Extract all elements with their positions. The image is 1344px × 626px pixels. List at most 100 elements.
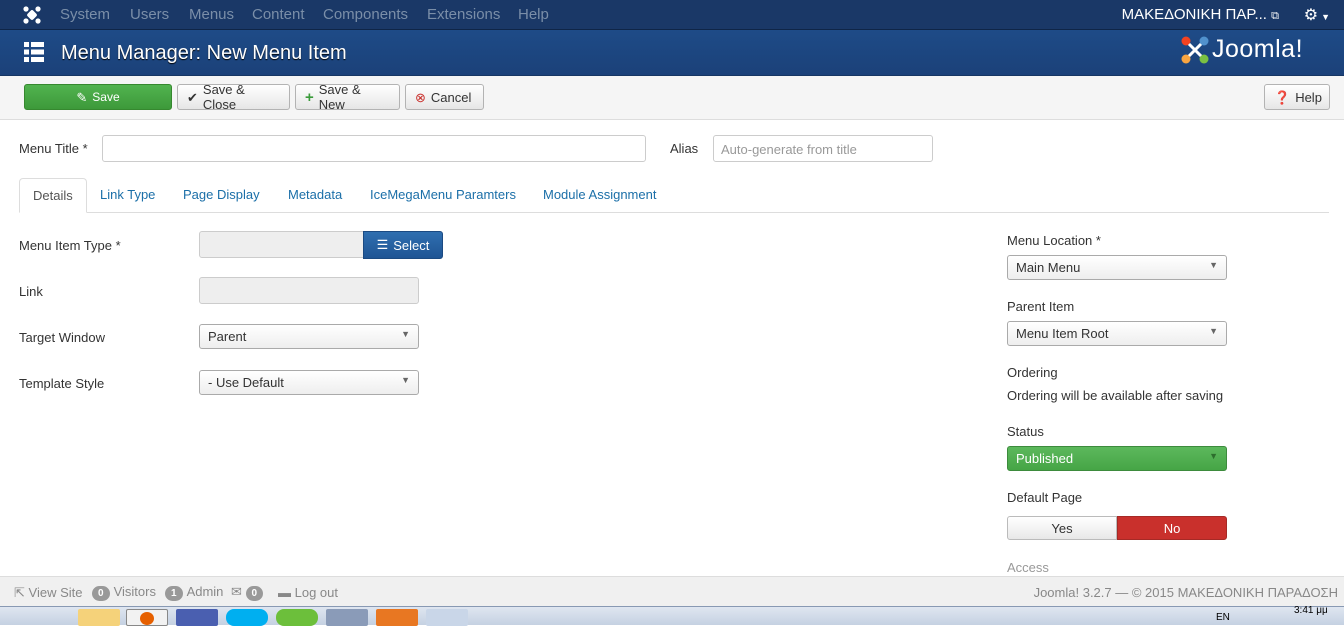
menu-title-input[interactable]: [102, 135, 646, 162]
utorrent-taskbar-icon[interactable]: [276, 609, 318, 626]
nav-extensions[interactable]: Extensions: [427, 6, 500, 23]
link-input: [199, 277, 419, 304]
template-style-select[interactable]: - Use Default ▼: [199, 370, 419, 395]
minus-icon: ▬: [278, 585, 291, 600]
cancel-label: Cancel: [430, 89, 472, 105]
access-label: Access: [1007, 560, 1049, 575]
list-icon: [24, 42, 44, 62]
envelope-icon: ✉: [231, 584, 242, 599]
default-page-label: Default Page: [1007, 490, 1083, 505]
select-type-label: Select: [393, 237, 430, 253]
nav-users[interactable]: Users: [130, 6, 169, 23]
dropdown-arrow-icon: ▼: [401, 375, 410, 385]
save-new-button[interactable]: + Save & New: [295, 82, 400, 112]
caret-down-icon: ▼: [1321, 12, 1330, 22]
tab-bar: Details Link Type Page Display Metadata …: [19, 178, 1329, 213]
gear-menu-button[interactable]: ⚙ ▼: [1304, 5, 1330, 25]
clock[interactable]: 3:41 μμ: [1294, 605, 1328, 616]
logout-label: Log out: [294, 585, 338, 600]
app-taskbar-icon[interactable]: [176, 609, 218, 626]
tab-icemegamenu-paramters[interactable]: IceMegaMenu Paramters: [357, 178, 529, 213]
default-yes-button[interactable]: Yes: [1007, 516, 1117, 540]
help-button[interactable]: ❓ Help: [1264, 84, 1330, 110]
site-name-link[interactable]: ΜΑΚΕΔΟΝΙΚΗ ΠΑΡ... ⧉: [1122, 6, 1279, 23]
share-icon: ⇱: [14, 585, 25, 600]
app3-taskbar-icon[interactable]: [376, 609, 418, 626]
tab-link-type[interactable]: Link Type: [87, 178, 168, 213]
explorer-taskbar-icon[interactable]: [78, 609, 120, 626]
dropdown-arrow-icon: ▼: [1209, 326, 1218, 336]
messages-badge: 0: [245, 586, 264, 601]
default-yes-label: Yes: [1051, 520, 1073, 536]
menu-location-select[interactable]: Main Menu ▼: [1007, 255, 1227, 280]
list-icon: ☰: [376, 237, 389, 252]
template-style-value: - Use Default: [208, 375, 284, 390]
admin-badge: 1: [165, 586, 183, 601]
tab-module-assignment[interactable]: Module Assignment: [530, 178, 669, 213]
nav-system[interactable]: System: [60, 6, 110, 23]
save-new-label: Save & New: [318, 82, 361, 112]
dropdown-arrow-icon: ▼: [1209, 260, 1218, 270]
cancel-button[interactable]: ⊗ Cancel: [405, 84, 484, 110]
tab-metadata[interactable]: Metadata: [275, 178, 355, 213]
tab-page-display[interactable]: Page Display: [170, 178, 273, 213]
alias-input[interactable]: Auto-generate from title: [713, 135, 933, 162]
app2-taskbar-icon[interactable]: [326, 609, 368, 626]
parent-item-select[interactable]: Menu Item Root ▼: [1007, 321, 1227, 346]
default-no-button[interactable]: No: [1117, 516, 1227, 540]
joomla-logo-icon[interactable]: [22, 5, 42, 25]
site-name: ΜΑΚΕΔΟΝΙΚΗ ΠΑΡ...: [1121, 6, 1267, 23]
top-navbar: System Users Menus Content Components Ex…: [0, 0, 1344, 30]
parent-item-label: Parent Item: [1007, 299, 1075, 314]
messages-status[interactable]: ✉ 0: [231, 584, 267, 601]
menu-location-value: Main Menu: [1016, 260, 1081, 275]
target-window-label: Target Window: [19, 330, 105, 345]
ordering-note: Ordering will be available after saving: [1007, 388, 1224, 403]
edit-icon: ✎: [76, 89, 88, 105]
tab-details[interactable]: Details: [19, 178, 87, 213]
save-close-label: Save & Close: [202, 82, 245, 112]
ordering-label: Ordering: [1007, 365, 1058, 380]
status-select[interactable]: Published ▼: [1007, 446, 1227, 471]
default-no-label: No: [1163, 520, 1181, 536]
status-bar: ⇱ View Site 0 Visitors 1 Admin ✉ 0 ▬ Log o…: [0, 576, 1344, 606]
dropdown-arrow-icon: ▼: [1209, 451, 1218, 461]
menu-item-type-label: Menu Item Type *: [19, 238, 121, 253]
save-close-button[interactable]: ✔ Save & Close: [177, 82, 290, 112]
visitors-badge: 0: [92, 586, 110, 601]
visitors-status: 0 Visitors: [92, 584, 156, 601]
nav-components[interactable]: Components: [323, 6, 408, 23]
check-icon: ✔: [187, 89, 198, 105]
parent-item-value: Menu Item Root: [1016, 326, 1109, 341]
select-type-button[interactable]: ☰ Select: [363, 231, 443, 259]
alias-label: Alias: [670, 141, 699, 156]
logout-link[interactable]: ▬ Log out: [278, 585, 338, 600]
admin-status: 1 Admin: [165, 584, 223, 601]
template-style-label: Template Style: [19, 376, 105, 391]
nav-help[interactable]: Help: [518, 6, 549, 23]
firefox-taskbar-icon[interactable]: [126, 609, 168, 626]
help-label: Help: [1295, 89, 1322, 105]
save-button[interactable]: ✎ Save: [24, 84, 172, 110]
skype-taskbar-icon[interactable]: [226, 609, 268, 626]
visitors-label: Visitors: [113, 584, 156, 599]
footer-copyright: Joomla! 3.2.7 — © 2015 ΜΑΚΕΔΟΝΙΚΗ ΠΑΡΑΔΟ…: [1033, 585, 1338, 600]
view-site-label: View Site: [28, 585, 83, 600]
external-link-icon: ⧉: [1271, 10, 1279, 22]
cancel-circle-icon: ⊗: [415, 89, 426, 105]
nav-menus[interactable]: Menus: [189, 6, 234, 23]
page-header: Menu Manager: New Menu Item Joomla!: [0, 30, 1344, 76]
target-window-select[interactable]: Parent ▼: [199, 324, 419, 349]
language-indicator[interactable]: EN: [1216, 612, 1230, 623]
view-site-link[interactable]: ⇱ View Site: [14, 585, 83, 601]
toolbar: ✎ Save ✔ Save & Close + Save & New ⊗ Can…: [0, 76, 1344, 120]
save-label: Save: [92, 90, 120, 104]
paint-taskbar-icon[interactable]: [426, 609, 468, 626]
link-label: Link: [19, 284, 43, 299]
page-title: Menu Manager: New Menu Item: [61, 42, 347, 64]
menu-item-type-input[interactable]: [199, 231, 365, 258]
joomla-brand-text: Joomla!: [1212, 35, 1304, 63]
dropdown-arrow-icon: ▼: [401, 329, 410, 339]
question-icon: ❓: [1274, 89, 1291, 105]
nav-content[interactable]: Content: [252, 6, 305, 23]
